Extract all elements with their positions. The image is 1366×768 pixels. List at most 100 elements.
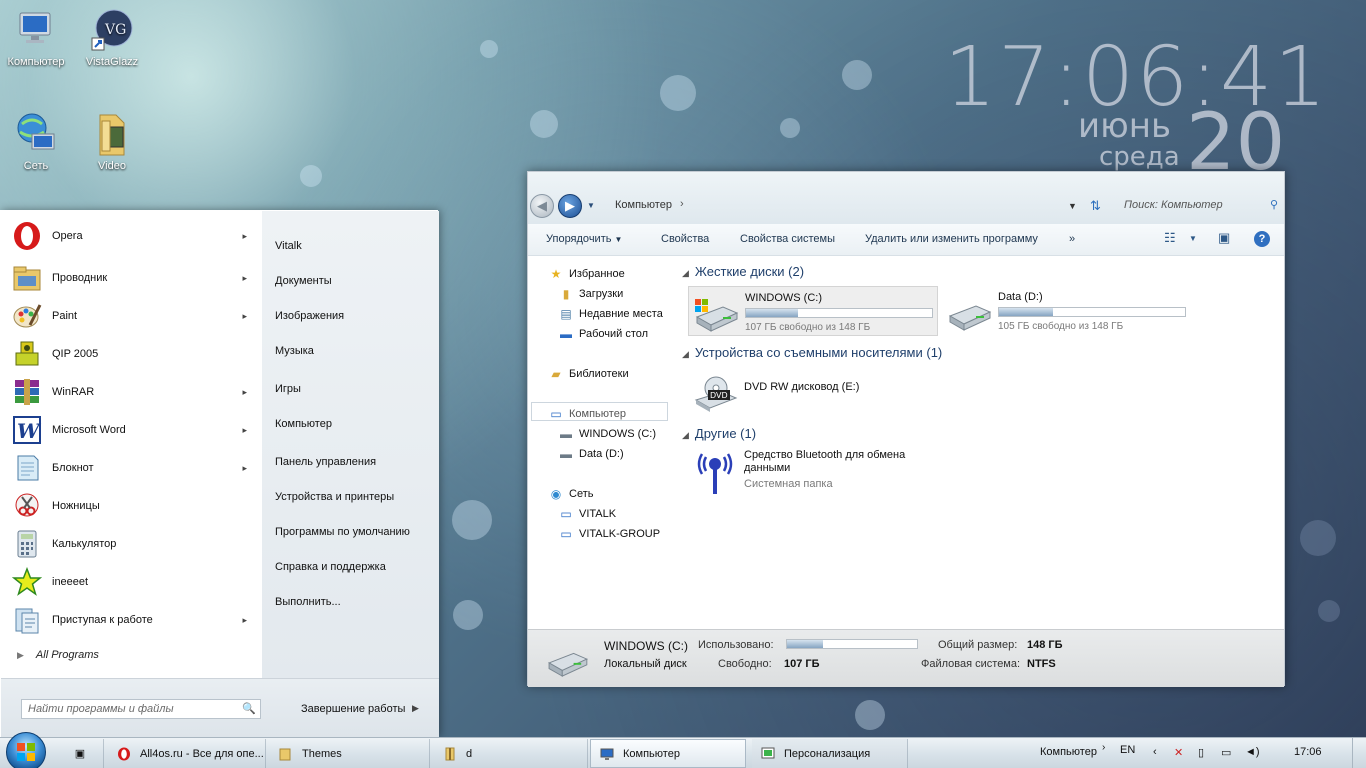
uninstall-program-button[interactable]: Удалить или изменить программу — [865, 233, 1038, 245]
group-hard-drives[interactable]: ◢ Жесткие диски (2) — [682, 264, 804, 279]
breadcrumb-chevron-icon[interactable]: › — [680, 198, 684, 210]
volume-icon[interactable]: ◄) — [1245, 746, 1260, 758]
group-removable[interactable]: ◢ Устройства со съемными носителями (1) — [682, 345, 942, 360]
shutdown-options-arrow-icon[interactable]: ▶ — [412, 703, 419, 714]
action-center-icon[interactable]: ▭ — [1221, 746, 1231, 759]
place-games[interactable]: Игры — [275, 383, 301, 395]
desktop-icon-network[interactable]: Сеть — [0, 112, 72, 172]
nav-libraries[interactable]: ▰ Библиотеки — [548, 366, 628, 382]
program-opera[interactable]: Opera ▸ — [11, 218, 255, 254]
nav-desktop[interactable]: ▬ Рабочий стол — [558, 326, 648, 342]
desktop-icon-video[interactable]: Video — [76, 112, 148, 172]
program-qip[interactable]: QIP 2005 — [11, 336, 255, 372]
place-control-panel[interactable]: Панель управления — [275, 456, 376, 468]
nav-favorites[interactable]: ★ Избранное — [548, 266, 625, 282]
place-default-programs[interactable]: Программы по умолчанию — [275, 526, 410, 538]
taskbar-button-computer[interactable]: Компьютер — [590, 739, 746, 768]
program-snipping[interactable]: Ножницы — [11, 488, 255, 524]
group-label: Жесткие диски (2) — [694, 264, 805, 279]
desktop-icon-computer[interactable]: Компьютер — [0, 8, 72, 68]
back-button[interactable]: ◀ — [530, 194, 554, 218]
dvd-drive-tile[interactable]: DVD DVD RW дисковод (E:) — [688, 366, 938, 416]
desktop-icon-label: Сеть — [23, 160, 49, 172]
program-getting-started[interactable]: Приступая к работе ▸ — [11, 602, 255, 638]
search-icon: 🔍 — [242, 703, 256, 715]
address-toolbar-label[interactable]: Компьютер — [1040, 746, 1097, 758]
nav-network[interactable]: ◉ Сеть — [548, 486, 594, 502]
program-calculator[interactable]: Калькулятор — [11, 526, 255, 562]
place-computer[interactable]: Компьютер — [275, 418, 332, 430]
nav-recent[interactable]: ▤ Недавние места — [558, 306, 662, 322]
place-documents[interactable]: Документы — [275, 275, 332, 287]
vistaglazz-icon: VG — [90, 8, 134, 52]
nav-network-vitalk[interactable]: ▭ VITALK — [558, 506, 616, 522]
taskbar-button-label: d — [466, 747, 473, 760]
explorer-search-input[interactable]: Поиск: Компьютер ⚲ — [1122, 196, 1282, 216]
network-icon — [14, 112, 58, 156]
place-run[interactable]: Выполнить... — [275, 596, 341, 608]
start-search-input[interactable]: Найти программы и файлы 🔍 — [21, 699, 261, 719]
qip-icon — [11, 338, 43, 370]
properties-button[interactable]: Свойства — [661, 233, 709, 245]
program-notepad[interactable]: Блокнот ▸ — [11, 450, 255, 486]
program-winrar[interactable]: WinRAR ▸ — [11, 374, 255, 410]
opera-icon — [116, 746, 132, 762]
desktop-icon-label: VistaGlazz — [85, 56, 139, 68]
taskbar-button-themes[interactable]: Themes — [270, 739, 430, 768]
place-music[interactable]: Музыка — [275, 345, 314, 357]
desktop-icon-vistaglazz[interactable]: VG VistaGlazz — [76, 8, 148, 68]
taskbar-button-opera[interactable]: All4os.ru - Все для опе... — [108, 739, 266, 768]
network-computer-icon: ▭ — [560, 507, 572, 521]
all-programs-button[interactable]: ▶ All Programs — [17, 649, 99, 661]
address-dropdown-icon[interactable]: ▼ — [1068, 201, 1077, 211]
view-options-icon[interactable]: ☷ — [1164, 230, 1176, 246]
start-button[interactable] — [6, 732, 46, 768]
breadcrumb-computer[interactable]: Компьютер — [615, 199, 672, 211]
program-paint[interactable]: Paint ▸ — [11, 298, 255, 334]
taskbar-button-label: Themes — [302, 747, 342, 760]
program-explorer[interactable]: Проводник ▸ — [11, 260, 255, 296]
show-desktop-button[interactable] — [1352, 738, 1366, 768]
shutdown-button[interactable]: Завершение работы — [301, 703, 405, 715]
toolbar-chevron-icon[interactable]: › — [1102, 742, 1105, 753]
drive-free-space: 107 ГБ свободно из 148 ГБ — [745, 322, 871, 333]
help-icon[interactable]: ? — [1254, 231, 1270, 247]
place-pictures[interactable]: Изображения — [275, 310, 344, 322]
group-other[interactable]: ◢ Другие (1) — [682, 426, 756, 441]
preview-pane-icon[interactable]: ▣ — [1218, 230, 1230, 246]
show-hidden-icons-chevron-icon[interactable]: ‹ — [1153, 746, 1157, 758]
network-disconnected-icon[interactable]: ✕ — [1174, 746, 1183, 759]
system-properties-button[interactable]: Свойства системы — [740, 233, 835, 245]
details-free-value: 107 ГБ — [784, 658, 820, 670]
place-help-support[interactable]: Справка и поддержка — [275, 561, 386, 573]
window-switcher-icon: ▣ — [74, 748, 86, 760]
organize-button[interactable]: Упорядочить ▼ — [546, 233, 622, 245]
place-vitalk[interactable]: Vitalk — [275, 240, 302, 252]
nav-computer[interactable]: ▭ Компьютер — [548, 406, 626, 422]
program-word[interactable]: W Microsoft Word ▸ — [11, 412, 255, 448]
program-label: Opera — [52, 230, 83, 242]
nav-drive-c[interactable]: ▬ WINDOWS (C:) — [558, 426, 656, 442]
taskbar-pinned-explorer[interactable]: ▣ — [64, 739, 104, 768]
drive-d-tile[interactable]: Data (D:) 105 ГБ свободно из 148 ГБ — [942, 286, 1202, 336]
nav-network-group[interactable]: ▭ VITALK-GROUP — [558, 526, 660, 542]
nav-drive-d[interactable]: ▬ Data (D:) — [558, 446, 624, 462]
group-label: Устройства со съемными носителями (1) — [694, 345, 943, 360]
forward-button[interactable]: ▶ — [558, 194, 582, 218]
tray-clock[interactable]: 17:06 — [1294, 746, 1322, 758]
details-usage-fill — [787, 640, 824, 648]
view-dropdown-icon[interactable]: ▼ — [1189, 234, 1197, 243]
drive-c-tile[interactable]: WINDOWS (C:) 107 ГБ свободно из 148 ГБ — [688, 286, 938, 336]
program-ineeeet[interactable]: ineeeet — [11, 564, 255, 600]
nav-downloads[interactable]: ▮ Загрузки — [558, 286, 624, 302]
refresh-icon[interactable]: ⇅ — [1090, 198, 1101, 214]
device-icon[interactable]: ▯ — [1198, 746, 1204, 759]
submenu-arrow-icon: ▸ — [242, 386, 247, 397]
more-commands-button[interactable]: » — [1069, 233, 1075, 245]
place-devices-printers[interactable]: Устройства и принтеры — [275, 491, 394, 503]
taskbar-button-personalization[interactable]: Персонализация — [752, 739, 908, 768]
bluetooth-tile[interactable]: Средство Bluetooth для обмена данными Си… — [688, 446, 938, 506]
recent-pages-dropdown[interactable]: ▼ — [587, 201, 595, 210]
taskbar-button-d[interactable]: d — [434, 739, 588, 768]
language-indicator[interactable]: EN — [1120, 744, 1135, 756]
